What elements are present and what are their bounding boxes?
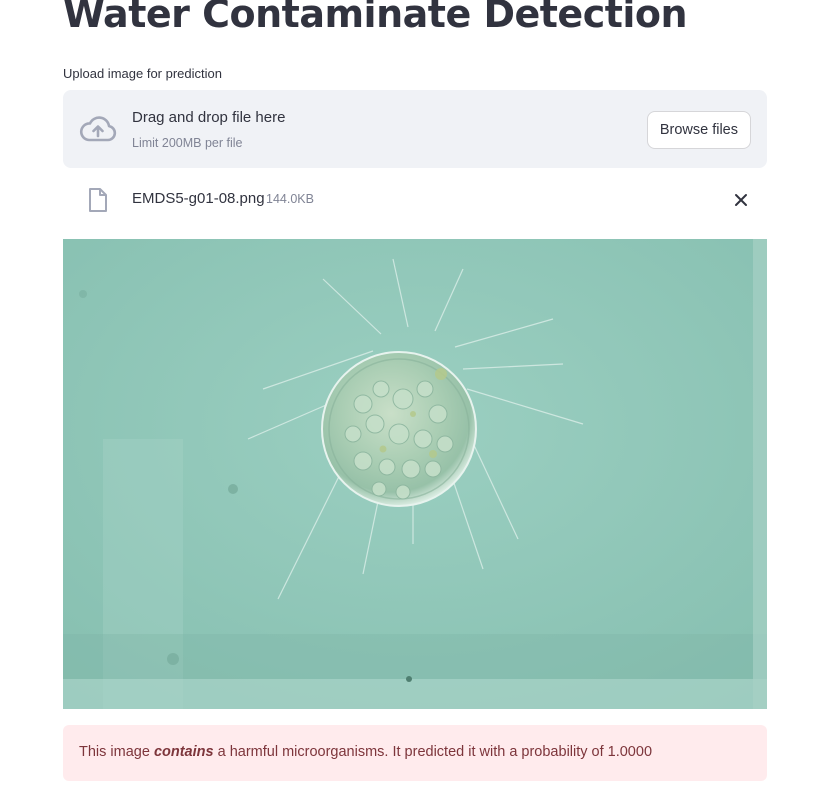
uploaded-image	[63, 239, 767, 709]
emphasis-text: contains	[153, 744, 214, 760]
dropzone-title: Drag and drop file here	[132, 109, 286, 126]
page-title: Water Contaminate Detection	[63, 0, 688, 36]
upload-label: Upload image for prediction	[63, 66, 222, 81]
file-icon	[89, 188, 107, 212]
browse-files-button[interactable]: Browse files	[646, 111, 751, 149]
microorganism-micrograph	[63, 239, 767, 709]
file-dropzone[interactable]: Drag and drop file here Limit 200MB per …	[63, 90, 767, 168]
file-name: EMDS5-g01-08.png	[132, 190, 265, 207]
uploaded-file-row: EMDS5-g01-08.png 144.0KB	[63, 178, 767, 222]
prediction-alert: This image contains a harmful microorgan…	[63, 725, 767, 781]
file-size: 144.0KB	[266, 192, 314, 206]
cloud-upload-icon	[79, 116, 117, 142]
dropzone-limit: Limit 200MB per file	[132, 136, 243, 150]
prediction-message: This image contains a harmful microorgan…	[79, 744, 653, 760]
close-icon[interactable]	[730, 189, 752, 211]
